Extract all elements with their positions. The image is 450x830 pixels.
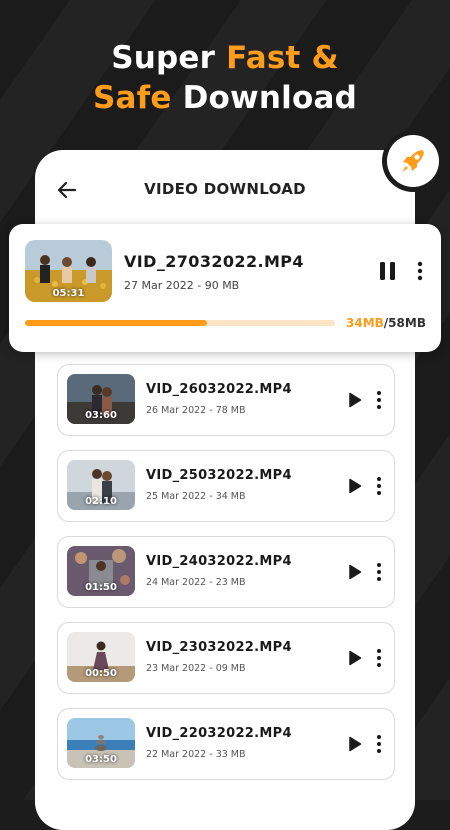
list-item[interactable]: 03:50 VID_22032022.MP4 22 Mar 2022 - 33 … (57, 708, 395, 780)
video-thumbnail[interactable]: 03:60 (67, 374, 135, 424)
video-name: VID_26032022.MP4 (146, 382, 292, 397)
video-duration: 00:50 (85, 668, 117, 679)
more-vertical-icon[interactable] (417, 261, 423, 281)
video-duration: 02:10 (85, 496, 117, 507)
download-progress-bar (25, 320, 335, 326)
video-thumbnail[interactable]: 03:50 (67, 718, 135, 768)
more-vertical-icon[interactable] (376, 648, 382, 668)
video-name: VID_22032022.MP4 (146, 726, 292, 741)
list-item[interactable]: 02:10 VID_25032022.MP4 25 Mar 2022 - 34 … (57, 450, 395, 522)
video-meta: 24 Mar 2022 - 23 MB (146, 577, 246, 588)
video-meta: 22 Mar 2022 - 33 MB (146, 749, 246, 760)
screen-header: VIDEO DOWNLOAD (35, 170, 415, 210)
video-duration: 03:60 (85, 410, 117, 421)
more-vertical-icon[interactable] (376, 562, 382, 582)
play-icon[interactable] (348, 650, 362, 666)
video-name: VID_24032022.MP4 (146, 554, 292, 569)
more-vertical-icon[interactable] (376, 390, 382, 410)
video-meta: 23 Mar 2022 - 09 MB (146, 663, 246, 674)
play-icon[interactable] (348, 736, 362, 752)
total-size: /58MB (383, 316, 426, 330)
play-icon[interactable] (348, 564, 362, 580)
downloaded-size: 34MB (346, 316, 384, 330)
download-progress-fill (25, 320, 207, 326)
video-meta: 25 Mar 2022 - 34 MB (146, 491, 246, 502)
page-title: VIDEO DOWNLOAD (144, 180, 306, 198)
promo-headline: Super Fast & Safe Download (0, 38, 450, 118)
video-duration: 05:31 (52, 288, 85, 299)
headline-plain-2: Download (171, 80, 357, 116)
video-duration: 01:50 (85, 582, 117, 593)
list-item[interactable]: 00:50 VID_23032022.MP4 23 Mar 2022 - 09 … (57, 622, 395, 694)
list-item[interactable]: 03:60 VID_26032022.MP4 26 Mar 2022 - 78 … (57, 364, 395, 436)
video-meta: 27 Mar 2022 - 90 MB (124, 279, 240, 292)
headline-plain-1: Super (111, 40, 227, 76)
video-meta: 26 Mar 2022 - 78 MB (146, 405, 246, 416)
more-vertical-icon[interactable] (376, 734, 382, 754)
video-thumbnail[interactable]: 02:10 (67, 460, 135, 510)
video-thumbnail[interactable]: 05:31 (25, 240, 112, 302)
download-progress-text: 34MB/58MB (346, 316, 426, 330)
video-thumbnail[interactable]: 00:50 (67, 632, 135, 682)
headline-accent-2: Safe (93, 80, 172, 116)
more-vertical-icon[interactable] (376, 476, 382, 496)
play-icon[interactable] (348, 478, 362, 494)
list-item[interactable]: 01:50 VID_24032022.MP4 24 Mar 2022 - 23 … (57, 536, 395, 608)
video-name: VID_25032022.MP4 (146, 468, 292, 483)
video-thumbnail[interactable]: 01:50 (67, 546, 135, 596)
video-duration: 03:50 (85, 754, 117, 765)
video-name: VID_27032022.MP4 (124, 252, 304, 271)
headline-accent-1: Fast & (226, 40, 339, 76)
video-name: VID_23032022.MP4 (146, 640, 292, 655)
play-icon[interactable] (348, 392, 362, 408)
pause-icon[interactable] (378, 260, 398, 282)
active-download-card[interactable]: 05:31 VID_27032022.MP4 27 Mar 2022 - 90 … (9, 224, 441, 352)
